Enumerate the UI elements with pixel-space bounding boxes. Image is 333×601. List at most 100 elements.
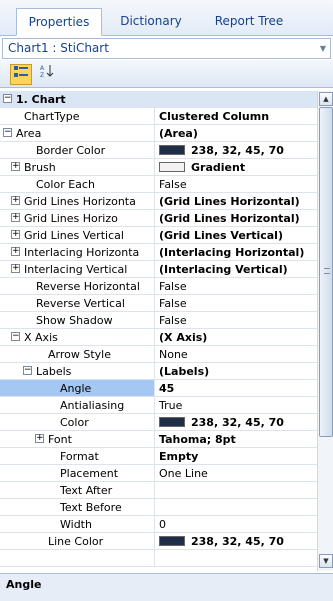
property-value[interactable]: 238, 32, 45, 70 (155, 414, 317, 430)
property-value[interactable]: False (155, 278, 317, 294)
collapse-icon[interactable]: − (23, 366, 32, 375)
property-value[interactable]: False (155, 312, 317, 328)
property-row[interactable]: Text Before (0, 499, 317, 516)
expand-icon[interactable]: + (11, 213, 20, 222)
property-value[interactable]: (Grid Lines Vertical) (155, 227, 317, 243)
property-row[interactable]: Antialiasing True (0, 397, 317, 414)
tab-report-tree[interactable]: Report Tree (200, 8, 298, 36)
property-value[interactable]: One Line (155, 465, 317, 481)
property-value[interactable]: (Interlacing Vertical) (155, 261, 317, 277)
property-row[interactable]: + Font Tahoma; 8pt (0, 431, 317, 448)
property-value[interactable]: (Labels) (155, 363, 317, 379)
property-row[interactable]: Show Shadow False (0, 312, 317, 329)
property-value[interactable]: (Interlacing Horizontal) (155, 244, 317, 260)
expand-icon[interactable]: + (11, 230, 20, 239)
property-row[interactable]: −1. Chart (0, 91, 317, 108)
property-name: Format (60, 450, 99, 463)
property-row[interactable]: + Grid Lines Vertical (Grid Lines Vertical… (0, 227, 317, 244)
property-value[interactable]: False (155, 176, 317, 192)
property-row[interactable]: Border Color 238, 32, 45, 70 (0, 142, 317, 159)
property-value[interactable] (155, 499, 317, 515)
property-value[interactable]: (Area) (155, 125, 317, 141)
property-name: X Axis (24, 331, 58, 344)
property-value-text: (X Axis) (159, 331, 208, 344)
property-value[interactable]: (Grid Lines Horizontal) (155, 210, 317, 226)
property-row[interactable]: Reverse Vertical False (0, 295, 317, 312)
categorized-icon (14, 66, 28, 77)
property-value[interactable] (155, 482, 317, 498)
property-value[interactable]: Tahoma; 8pt (155, 431, 317, 447)
collapse-icon[interactable]: − (3, 128, 12, 137)
property-row[interactable]: Reverse Horizontal False (0, 278, 317, 295)
property-value[interactable]: False (155, 295, 317, 311)
expand-icon[interactable]: + (11, 196, 20, 205)
property-value-text: (Grid Lines Vertical) (159, 229, 283, 242)
property-name-cell: + Brush (0, 159, 155, 175)
property-value[interactable]: 0 (155, 516, 317, 532)
property-name-cell (0, 550, 155, 566)
property-name-cell: Text Before (0, 499, 155, 515)
property-row[interactable]: Text After (0, 482, 317, 499)
scroll-down-icon[interactable]: ▼ (319, 554, 333, 568)
property-row[interactable]: − Labels (Labels) (0, 363, 317, 380)
property-name: Brush (24, 161, 56, 174)
scroll-thumb[interactable] (319, 107, 333, 437)
collapse-icon[interactable]: − (3, 94, 12, 103)
property-row[interactable] (0, 550, 317, 567)
property-row[interactable]: Color Each False (0, 176, 317, 193)
property-value[interactable]: 45 (155, 380, 317, 396)
property-name: Reverse Horizontal (36, 280, 140, 293)
property-value[interactable]: True (155, 397, 317, 413)
property-name: Color Each (36, 178, 95, 191)
property-value[interactable] (155, 550, 317, 566)
alphabetical-view-button[interactable]: A Z (36, 64, 58, 85)
property-row[interactable]: ChartType Clustered Column (0, 108, 317, 125)
property-row[interactable]: + Brush Gradient (0, 159, 317, 176)
expand-icon[interactable]: + (11, 162, 20, 171)
property-value-text: False (159, 314, 187, 327)
property-value[interactable]: Clustered Column (155, 108, 317, 124)
property-value[interactable]: Gradient (155, 159, 317, 175)
chevron-down-icon: ▼ (319, 44, 326, 53)
tab-properties[interactable]: Properties (16, 8, 102, 36)
scroll-up-icon[interactable]: ▲ (319, 92, 333, 106)
property-name-cell: Arrow Style (0, 346, 155, 362)
property-value[interactable]: 238, 32, 45, 70 (155, 533, 317, 549)
categorized-view-button[interactable] (10, 64, 32, 85)
property-row[interactable]: − X Axis (X Axis) (0, 329, 317, 346)
property-row[interactable]: + Interlacing Horizonta (Interlacing Horiz… (0, 244, 317, 261)
property-value[interactable]: 238, 32, 45, 70 (155, 142, 317, 158)
property-row[interactable]: Width 0 (0, 516, 317, 533)
collapse-icon[interactable]: − (11, 332, 20, 341)
tab-dictionary[interactable]: Dictionary (108, 8, 194, 36)
property-row[interactable]: + Grid Lines Horizonta (Grid Lines Horizon… (0, 193, 317, 210)
property-row[interactable]: Placement One Line (0, 465, 317, 482)
property-name-cell: −1. Chart (0, 91, 317, 107)
property-row[interactable]: Arrow Style None (0, 346, 317, 363)
property-value[interactable]: (Grid Lines Horizontal) (155, 193, 317, 209)
property-value[interactable]: (X Axis) (155, 329, 317, 345)
property-row[interactable]: − Area (Area) (0, 125, 317, 142)
vertical-scrollbar[interactable]: ▲ ▼ (317, 91, 333, 571)
help-panel: Angle (0, 573, 333, 601)
property-name: Text After (60, 484, 113, 497)
expand-icon[interactable]: + (11, 247, 20, 256)
property-name: Placement (60, 467, 119, 480)
property-row[interactable]: + Grid Lines Horizo (Grid Lines Horizontal… (0, 210, 317, 227)
property-name-cell: + Font (0, 431, 155, 447)
expand-icon[interactable]: + (11, 264, 20, 273)
property-value-text: Gradient (191, 161, 246, 174)
property-name-cell: + Grid Lines Vertical (0, 227, 155, 243)
property-toolbar: A Z (0, 60, 333, 88)
object-selector[interactable]: Chart1 : StiChart ▼ (2, 38, 331, 59)
property-row[interactable]: Line Color 238, 32, 45, 70 (0, 533, 317, 550)
property-value[interactable]: None (155, 346, 317, 362)
property-name-cell: Placement (0, 465, 155, 481)
property-value-text: 45 (159, 382, 175, 395)
property-row[interactable]: Angle 45 (0, 380, 317, 397)
property-value[interactable]: Empty (155, 448, 317, 464)
property-row[interactable]: + Interlacing Vertical (Interlacing Vertic… (0, 261, 317, 278)
property-row[interactable]: Format Empty (0, 448, 317, 465)
expand-icon[interactable]: + (35, 434, 44, 443)
property-row[interactable]: Color 238, 32, 45, 70 (0, 414, 317, 431)
